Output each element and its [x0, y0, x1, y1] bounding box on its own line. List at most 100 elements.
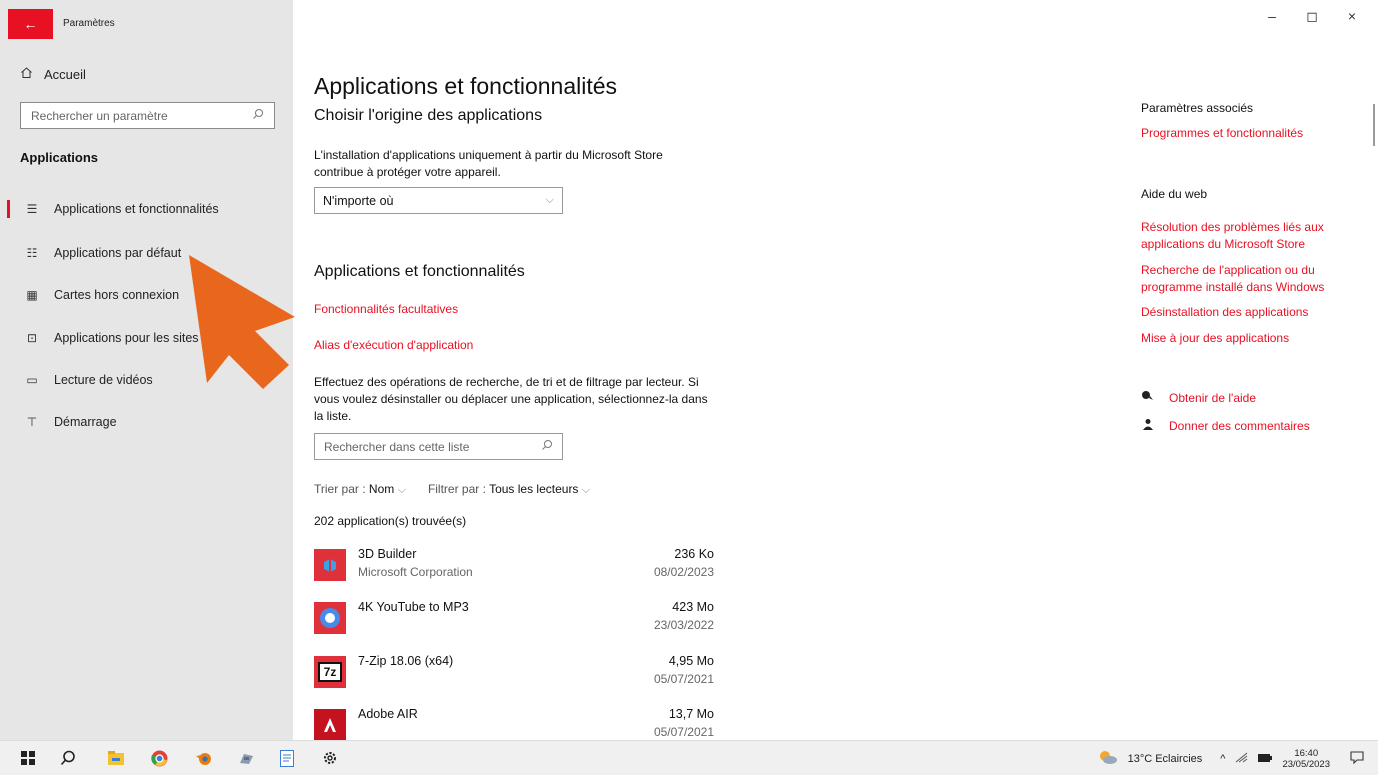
programs-features-link[interactable]: Programmes et fonctionnalités	[1141, 125, 1356, 142]
notepad-icon[interactable]	[277, 748, 297, 768]
app-publisher: Microsoft Corporation	[358, 565, 473, 579]
home-icon	[20, 66, 33, 82]
sidebar-item-label: Cartes hors connexion	[54, 288, 180, 302]
app-list-item[interactable]: Adobe AIR 13,7 Mo 05/07/2021	[314, 707, 714, 740]
list-description: Effectuez des opérations de recherche, d…	[314, 375, 708, 423]
web-help-link[interactable]: Recherche de l'application ou du program…	[1141, 262, 1356, 296]
sidebar-item-apps-features[interactable]: ☰ Applications et fonctionnalités	[0, 191, 293, 227]
weather-text[interactable]: 13°C Eclaircies	[1128, 753, 1203, 765]
windows-start-icon[interactable]	[18, 748, 38, 768]
features-heading: Applications et fonctionnalités	[314, 263, 525, 280]
app-list-item[interactable]: 7z 7-Zip 18.06 (x64) 4,95 Mo 05/07/2021	[314, 654, 714, 706]
minimize-button[interactable]: –	[1264, 8, 1280, 25]
help-chat-icon	[1141, 390, 1155, 405]
sidebar-item-label: Applications et fonctionnalités	[54, 202, 219, 216]
sidebar-item-startup[interactable]: ⊤ Démarrage	[0, 404, 293, 440]
video-icon: ▭	[26, 373, 38, 387]
related-heading: Paramètres associés	[1141, 101, 1254, 115]
sidebar-item-label: Démarrage	[54, 415, 117, 429]
file-explorer-icon[interactable]	[106, 748, 126, 768]
app-date: 05/07/2021	[653, 672, 714, 686]
app-date: 23/03/2022	[653, 618, 714, 632]
page-title: Applications et fonctionnalités	[314, 73, 618, 100]
feedback-link[interactable]: Donner des commentaires	[1141, 418, 1310, 434]
web-help-link[interactable]: Résolution des problèmes liés aux applic…	[1141, 219, 1356, 253]
clock-date: 23/05/2023	[1282, 758, 1330, 770]
clock[interactable]: 16:40 23/05/2023	[1282, 748, 1330, 770]
app-alias-link[interactable]: Alias d'exécution d'application	[314, 338, 473, 352]
scrollbar-thumb[interactable]	[1373, 104, 1375, 146]
home-label: Accueil	[44, 66, 86, 82]
app-size: 236 Ko	[674, 547, 714, 561]
dropdown-value: N'importe où	[323, 193, 394, 208]
web-help-link[interactable]: Désinstallation des applications	[1141, 304, 1356, 321]
3d-builder-icon	[314, 549, 346, 581]
sort-filter-row: Trier par : Nom ⌵ Filtrer par : Tous les…	[314, 482, 590, 497]
annotation-arrow	[189, 255, 295, 389]
app-list-item[interactable]: 4K YouTube to MP3 423 Mo 23/03/2022	[314, 600, 714, 652]
sidebar-item-label: Applications par défaut	[54, 246, 182, 260]
chevron-down-icon: ⌵	[397, 484, 406, 496]
default-apps-icon: ☷	[26, 246, 38, 260]
search-icon	[252, 108, 264, 123]
sort-value: Nom	[368, 482, 395, 496]
startup-icon: ⊤	[26, 415, 38, 429]
settings-gear-icon[interactable]	[320, 748, 340, 768]
filter-value: Tous les lecteurs	[489, 482, 579, 496]
origin-description: L'installation d'applications uniquement…	[314, 148, 663, 179]
clock-time: 16:40	[1294, 747, 1319, 759]
app-list-item[interactable]: 3D Builder Microsoft Corporation 236 Ko …	[314, 547, 714, 599]
app-origin-dropdown[interactable]: N'importe où ⌵	[314, 187, 563, 214]
maximize-button[interactable]: ◻	[1304, 8, 1320, 25]
origin-heading: Choisir l'origine des applications	[314, 107, 543, 124]
app-size: 423 Mo	[672, 600, 714, 614]
map-icon: ▦	[26, 288, 38, 302]
weather-icon[interactable]	[1098, 750, 1118, 767]
web-help-heading: Aide du web	[1141, 187, 1208, 201]
app-count: 202 application(s) trouvée(s)	[314, 514, 467, 528]
system-tray: 13°C Eclaircies ^ 16:40 23/05/2023	[1098, 741, 1378, 776]
get-help-link[interactable]: Obtenir de l'aide	[1141, 390, 1256, 405]
close-button[interactable]: ×	[1344, 8, 1360, 25]
chevron-down-icon: ⌵	[581, 484, 591, 496]
tray-overflow-icon[interactable]: ^	[1220, 753, 1225, 765]
blender-icon[interactable]	[193, 748, 213, 768]
app-date: 08/02/2023	[653, 565, 714, 579]
back-button[interactable]: ←	[8, 9, 53, 39]
chevron-down-icon: ⌵	[545, 194, 554, 206]
feedback-label: Donner des commentaires	[1169, 419, 1310, 433]
app-date: 05/07/2021	[653, 725, 714, 739]
filter-label: Filtrer par :	[427, 482, 490, 496]
app-size: 13,7 Mo	[668, 707, 714, 721]
sidebar-section-title: Applications	[20, 150, 99, 165]
chrome-icon[interactable]	[149, 748, 169, 768]
filter-dropdown[interactable]: Filtrer par : Tous les lecteurs ⌵	[428, 482, 590, 497]
app-name: Adobe AIR	[358, 707, 418, 721]
back-arrow-icon: ←	[23, 16, 38, 32]
network-icon[interactable]	[1235, 752, 1248, 766]
app-name: 4K YouTube to MP3	[358, 600, 469, 614]
notification-icon[interactable]	[1350, 750, 1364, 767]
get-help-label: Obtenir de l'aide	[1169, 390, 1257, 405]
app-icon[interactable]	[236, 748, 256, 768]
youtube-mp3-icon	[314, 602, 346, 634]
website-apps-icon: ⊡	[26, 331, 38, 345]
sort-label: Trier par :	[314, 482, 369, 496]
taskbar: 13°C Eclaircies ^ 16:40 23/05/2023	[0, 740, 1378, 775]
window-controls: – ◻ ×	[1264, 8, 1360, 25]
sidebar-item-label: Lecture de vidéos	[54, 373, 153, 387]
search-icon[interactable]	[58, 748, 78, 768]
feedback-person-icon	[1141, 418, 1155, 434]
settings-search-placeholder: Rechercher un paramètre	[31, 108, 168, 123]
app-list-search-input[interactable]: Rechercher dans cette liste	[314, 433, 563, 460]
sidebar-home[interactable]: Accueil	[20, 66, 86, 82]
optional-features-link[interactable]: Fonctionnalités facultatives	[314, 302, 458, 316]
list-search-placeholder: Rechercher dans cette liste	[324, 439, 470, 454]
app-name: 7-Zip 18.06 (x64)	[358, 654, 454, 668]
battery-icon[interactable]	[1258, 753, 1273, 765]
web-help-link[interactable]: Mise à jour des applications	[1141, 330, 1356, 347]
apps-list-icon: ☰	[26, 202, 38, 216]
7zip-icon: 7z	[314, 656, 346, 688]
settings-search-input[interactable]: Rechercher un paramètre	[20, 102, 275, 129]
sort-dropdown[interactable]: Trier par : Nom ⌵	[314, 482, 406, 497]
